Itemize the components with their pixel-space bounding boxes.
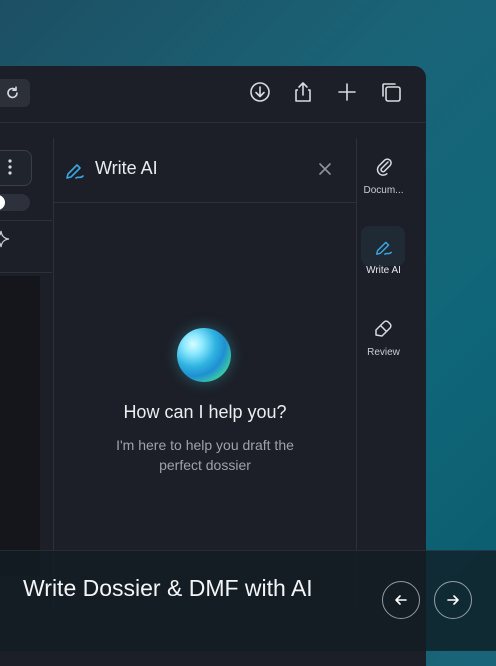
- caption-title: Write Dossier & DMF with AI: [23, 575, 313, 601]
- review-icon: [374, 320, 392, 337]
- right-rail: Docum... Write AI Review: [355, 138, 412, 608]
- new-tab-button[interactable]: [335, 80, 359, 104]
- share-button[interactable]: [291, 80, 315, 104]
- toggle-knob: [0, 195, 5, 210]
- divider: [0, 220, 52, 221]
- ai-orb-icon: [177, 328, 231, 382]
- copy-icon: [382, 83, 401, 102]
- next-button[interactable]: [434, 581, 472, 619]
- sparkle-icon[interactable]: [0, 230, 10, 248]
- arrow-left-icon: [395, 595, 407, 605]
- paperclip-icon: [376, 158, 392, 176]
- pen-icon: [66, 164, 84, 179]
- feature-caption-bar: Write Dossier & DMF with AI: [0, 550, 496, 651]
- rail-item-label: Docum...: [363, 185, 404, 196]
- toggle-switch[interactable]: [0, 194, 30, 211]
- close-icon[interactable]: [316, 160, 334, 178]
- prev-button[interactable]: [382, 581, 420, 619]
- more-options-button[interactable]: [0, 150, 32, 186]
- write-ai-panel: Write AI How can I help you? I'm here to…: [53, 138, 357, 608]
- arrow-right-icon: [447, 595, 459, 605]
- browser-toolbar: [0, 66, 426, 123]
- reload-button[interactable]: [0, 79, 30, 107]
- rail-item-write-ai[interactable]: Write AI: [355, 236, 412, 276]
- vertical-dots-icon: [8, 159, 12, 175]
- plus-icon: [338, 83, 356, 101]
- reload-icon: [7, 86, 18, 99]
- download-icon: [250, 82, 270, 102]
- greeting-subtitle: I'm here to help you draft the perfect d…: [116, 437, 294, 473]
- tabs-button[interactable]: [379, 80, 403, 104]
- editor-area[interactable]: [0, 276, 40, 576]
- panel-title: Write AI: [95, 158, 158, 178]
- rail-item-label: Write AI: [366, 265, 401, 276]
- greeting-heading: How can I help you?: [123, 402, 287, 422]
- divider: [0, 272, 52, 273]
- chat-header: Write AI: [54, 138, 356, 203]
- share-icon: [295, 82, 311, 102]
- rail-item-documents[interactable]: Docum...: [355, 156, 412, 196]
- rail-item-review[interactable]: Review: [355, 318, 412, 358]
- rail-item-label: Review: [367, 347, 400, 358]
- pen-icon: [375, 241, 392, 255]
- download-button[interactable]: [248, 80, 272, 104]
